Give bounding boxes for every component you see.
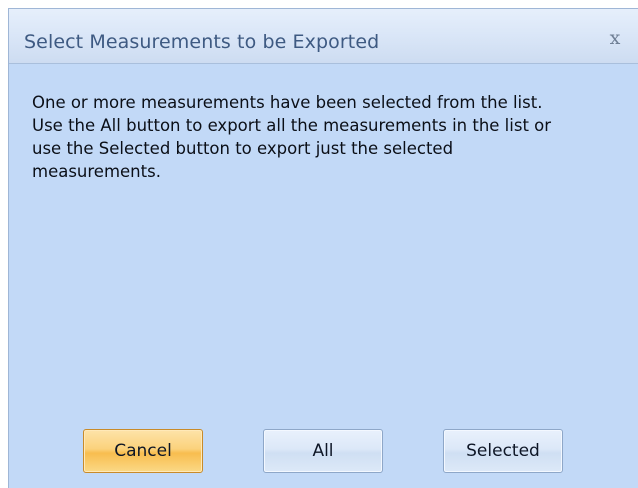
message-line: One or more measurements have been selec… [32,93,543,112]
export-all-button[interactable]: All [263,429,383,473]
message-line: measurements. [32,162,161,181]
export-selected-button[interactable]: Selected [443,429,563,473]
close-icon[interactable]: x [606,29,624,48]
message-line: use the Selected button to export just t… [32,139,454,158]
dialog-title: Select Measurements to be Exported [24,31,380,53]
cancel-button[interactable]: Cancel [83,429,203,473]
dialog-message: One or more measurements have been selec… [32,91,632,183]
dialog-titlebar[interactable]: Select Measurements to be Exported x [9,9,638,64]
export-selection-dialog: Select Measurements to be Exported x One… [8,8,638,488]
message-line: Use the All button to export all the mea… [32,116,552,135]
